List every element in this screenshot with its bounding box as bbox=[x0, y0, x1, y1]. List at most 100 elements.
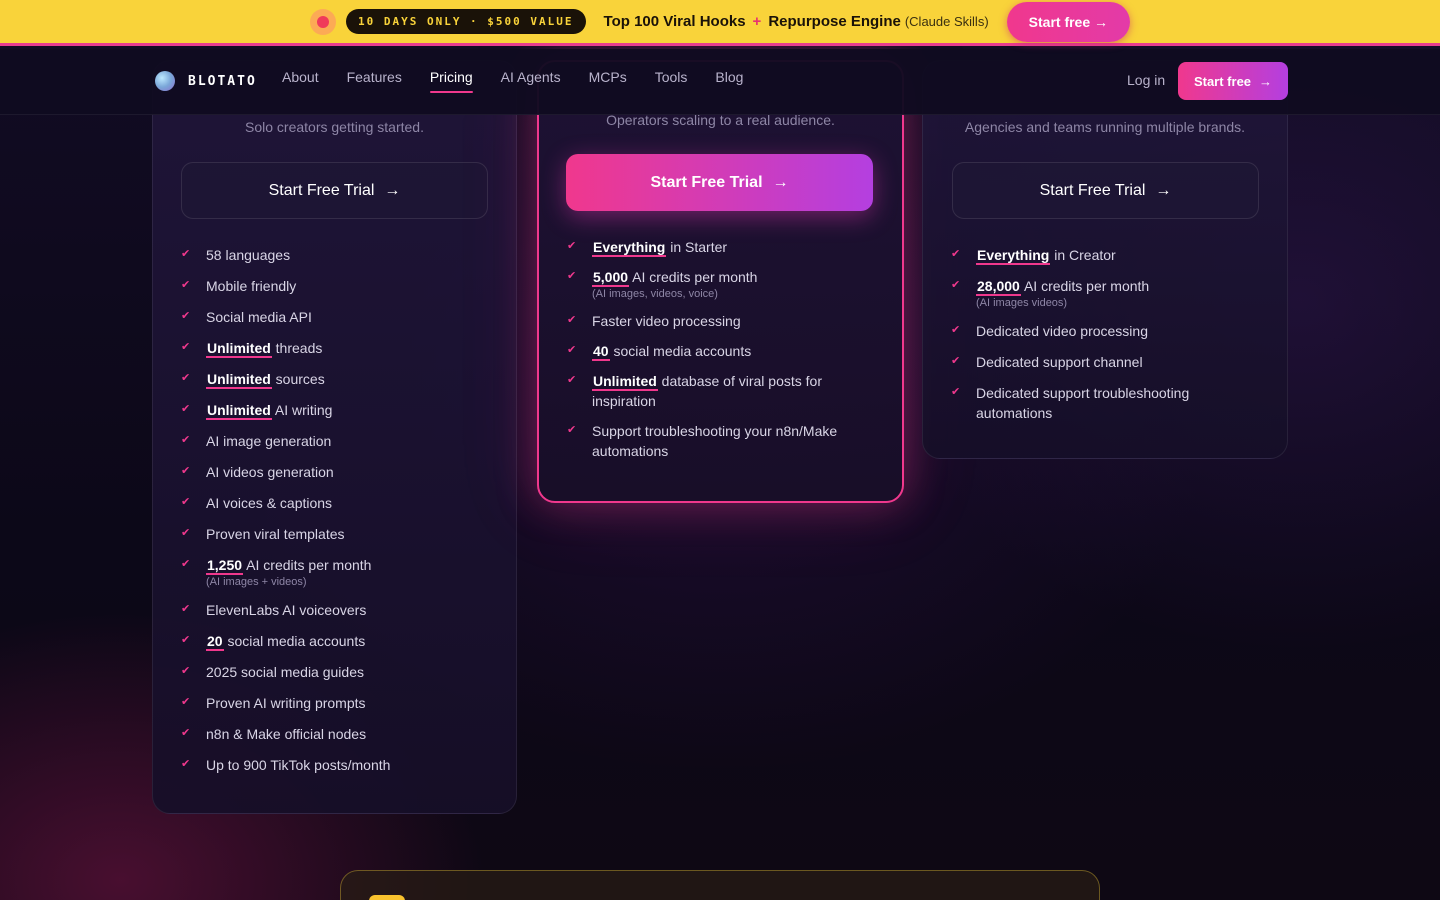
check-icon: ✔ bbox=[181, 665, 191, 677]
feature-item: ✔ 1,250 AI credits per month (AI images + … bbox=[181, 555, 491, 589]
feature-label: Up to 900 TikTok posts/month bbox=[206, 757, 391, 773]
feature-label: Support troubleshooting your n8n/Make au… bbox=[592, 423, 838, 459]
promo-plus: + bbox=[752, 13, 762, 30]
arrow-right-icon: → bbox=[1259, 73, 1273, 89]
feature-item: ✔ Dedicated video processing bbox=[951, 321, 1261, 341]
brand-logo[interactable]: BLOTATO bbox=[155, 71, 257, 91]
feature-highlight: Unlimited bbox=[206, 340, 272, 358]
check-icon: ✔ bbox=[181, 372, 191, 384]
feature-text: ElevenLabs AI voiceovers bbox=[206, 600, 366, 620]
check-icon: ✔ bbox=[951, 279, 961, 291]
promo-headline-2: Repurpose Engine bbox=[768, 13, 901, 30]
feature-label: social media accounts bbox=[609, 343, 752, 359]
nav-link-pricing[interactable]: Pricing bbox=[429, 69, 473, 93]
check-icon: ✔ bbox=[951, 248, 961, 260]
nav-start-free-button[interactable]: Start free → bbox=[1178, 62, 1288, 100]
check-icon: ✔ bbox=[567, 374, 577, 386]
trial-button-label: Start Free Trial bbox=[650, 173, 763, 191]
feature-item: ✔ Mobile friendly bbox=[181, 276, 491, 296]
feature-label: 2025 social media guides bbox=[206, 664, 364, 680]
check-icon: ✔ bbox=[181, 558, 191, 570]
check-icon: ✔ bbox=[181, 341, 191, 353]
nav-link-about[interactable]: About bbox=[282, 69, 319, 91]
feature-text: 40 social media accounts bbox=[592, 341, 751, 361]
feature-item: ✔ 20 social media accounts bbox=[181, 631, 491, 651]
feature-note: (AI images + videos) bbox=[206, 576, 307, 588]
feature-item: ✔ AI videos generation bbox=[181, 462, 491, 482]
feature-label: social media accounts bbox=[223, 633, 366, 649]
feature-text: 58 languages bbox=[206, 245, 290, 265]
promo-headline: Top 100 Viral Hooks bbox=[603, 13, 746, 30]
feature-item: ✔ 28,000 AI credits per month (AI images v… bbox=[951, 276, 1261, 310]
feature-label: AI videos generation bbox=[206, 464, 334, 480]
feature-label: ElevenLabs AI voiceovers bbox=[206, 602, 367, 618]
arrow-right-icon: → bbox=[772, 173, 789, 191]
feature-text: Proven AI writing prompts bbox=[206, 693, 366, 713]
feature-item: ✔ 40 social media accounts bbox=[567, 341, 877, 361]
feature-label: sources bbox=[271, 371, 325, 387]
feature-item: ✔ Everything in Creator bbox=[951, 245, 1261, 265]
feature-text: Everything in Creator bbox=[976, 245, 1116, 265]
check-icon: ✔ bbox=[181, 696, 191, 708]
check-icon: ✔ bbox=[567, 424, 577, 436]
feature-highlight: Unlimited bbox=[206, 371, 272, 389]
check-icon: ✔ bbox=[181, 634, 191, 646]
feature-label: Proven viral templates bbox=[206, 526, 345, 542]
feature-text: Everything in Starter bbox=[592, 237, 727, 257]
feature-item: ✔ Unlimited database of viral posts for i… bbox=[567, 371, 877, 411]
feature-label: AI image generation bbox=[206, 433, 332, 449]
feature-text: 1,250 AI credits per month (AI images + v… bbox=[206, 555, 371, 589]
feature-text: Unlimited AI writing bbox=[206, 400, 332, 420]
check-icon: ✔ bbox=[181, 527, 191, 539]
check-icon: ✔ bbox=[567, 270, 577, 282]
feature-item: ✔ Faster video processing bbox=[567, 311, 877, 331]
feature-label: AI writing bbox=[271, 402, 333, 418]
start-free-trial-button[interactable]: Start Free Trial → bbox=[566, 154, 873, 211]
arrow-right-icon: → bbox=[384, 181, 401, 199]
nav-link-ai-agents[interactable]: AI Agents bbox=[501, 69, 561, 91]
promo-start-free-button[interactable]: Start free → bbox=[1006, 1, 1131, 42]
feature-item: ✔ Unlimited sources bbox=[181, 369, 491, 389]
feature-text: Dedicated support troubleshooting automa… bbox=[976, 383, 1261, 423]
plan-tagline: Agencies and teams running multiple bran… bbox=[964, 119, 1246, 135]
feature-label: AI voices & captions bbox=[206, 495, 333, 511]
feature-text: Support troubleshooting your n8n/Make au… bbox=[592, 421, 877, 461]
feature-item: ✔ Unlimited AI writing bbox=[181, 400, 491, 420]
feature-label: in Starter bbox=[666, 239, 728, 255]
feature-item: ✔ 58 languages bbox=[181, 245, 491, 265]
login-link[interactable]: Log in bbox=[1127, 72, 1165, 88]
feature-text: 5,000 AI credits per month (AI images, vi… bbox=[592, 267, 757, 301]
nav-cta-label: Start free bbox=[1193, 73, 1252, 89]
nav-link-features[interactable]: Features bbox=[347, 69, 402, 91]
feature-text: Mobile friendly bbox=[206, 276, 296, 296]
check-icon: ✔ bbox=[181, 279, 191, 291]
nav-link-mcps[interactable]: MCPs bbox=[589, 69, 627, 91]
check-icon: ✔ bbox=[951, 324, 961, 336]
plan-card-agency: Agencies and teams running multiple bran… bbox=[922, 60, 1288, 459]
feature-item: ✔ 5,000 AI credits per month (AI images, v… bbox=[567, 267, 877, 301]
feature-text: Dedicated support channel bbox=[976, 352, 1143, 372]
promo-badge: 10 DAYS ONLY · $500 VALUE bbox=[345, 9, 586, 34]
check-icon: ✔ bbox=[951, 386, 961, 398]
feature-text: Proven viral templates bbox=[206, 524, 345, 544]
feature-note: (AI images videos) bbox=[976, 297, 1068, 309]
check-icon: ✔ bbox=[181, 434, 191, 446]
nav-link-tools[interactable]: Tools bbox=[655, 69, 688, 91]
check-icon: ✔ bbox=[181, 496, 191, 508]
feature-label: Mobile friendly bbox=[206, 278, 297, 294]
feature-highlight: 1,250 bbox=[206, 557, 244, 575]
check-icon: ✔ bbox=[181, 727, 191, 739]
blotato-logo-icon bbox=[155, 71, 175, 91]
brand-name: BLOTATO bbox=[188, 73, 257, 89]
start-free-trial-button[interactable]: Start Free Trial → bbox=[952, 162, 1259, 219]
feature-item: ✔ Proven AI writing prompts bbox=[181, 693, 491, 713]
feature-item: ✔ Support troubleshooting your n8n/Make a… bbox=[567, 421, 877, 461]
faq-teaser-card bbox=[340, 870, 1100, 900]
check-icon: ✔ bbox=[567, 240, 577, 252]
check-icon: ✔ bbox=[567, 344, 577, 356]
start-free-trial-button[interactable]: Start Free Trial → bbox=[181, 162, 488, 219]
plan-card-starter: Solo creators getting started. Start Fre… bbox=[152, 60, 517, 814]
feature-text: Unlimited sources bbox=[206, 369, 325, 389]
feature-text: AI voices & captions bbox=[206, 493, 332, 513]
nav-link-blog[interactable]: Blog bbox=[715, 69, 743, 91]
